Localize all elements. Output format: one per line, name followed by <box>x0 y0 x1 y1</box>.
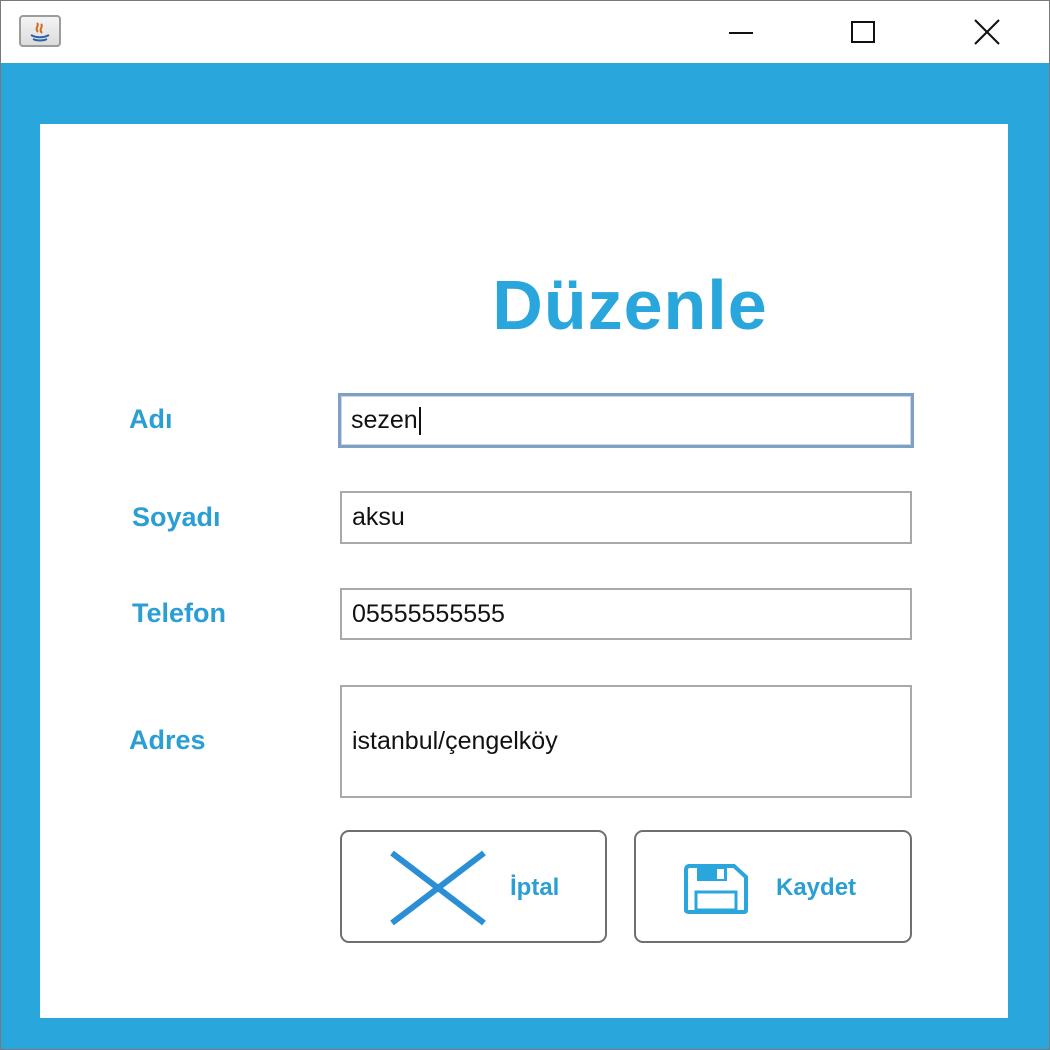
address-value: istanbul/çengelköy <box>352 727 558 755</box>
surname-value: aksu <box>352 503 405 531</box>
save-button-label: Kaydet <box>776 874 857 901</box>
page-title: Düzenle <box>492 266 768 344</box>
cancel-button-label: İptal <box>510 874 560 901</box>
save-button[interactable]: Kaydet <box>634 830 912 943</box>
close-window-button[interactable] <box>927 1 1047 63</box>
name-field[interactable]: sezen <box>338 393 914 448</box>
text-caret <box>418 406 421 435</box>
surname-field[interactable]: aksu <box>340 491 912 544</box>
minimize-button[interactable] <box>681 1 801 63</box>
minimize-icon <box>729 32 753 34</box>
maximize-icon <box>851 21 875 43</box>
surname-label: Soyadı <box>132 502 221 532</box>
address-label: Adres <box>129 725 206 755</box>
name-label: Adı <box>129 404 173 434</box>
java-app-icon <box>19 15 61 47</box>
app-window: Düzenle Adı sezen Soyadı aksu Telefon 05… <box>0 0 1050 1050</box>
title-bar <box>1 1 1049 63</box>
name-value: sezen <box>351 406 418 434</box>
close-icon <box>974 19 1000 45</box>
address-textarea[interactable]: istanbul/çengelköy <box>340 685 912 798</box>
cancel-button[interactable]: İptal <box>340 830 607 943</box>
maximize-button[interactable] <box>803 1 923 63</box>
phone-field[interactable]: 05555555555 <box>340 588 912 640</box>
floppy-disk-icon <box>684 864 748 914</box>
close-x-icon <box>390 850 486 926</box>
phone-value: 05555555555 <box>352 599 505 628</box>
phone-label: Telefon <box>132 598 226 628</box>
